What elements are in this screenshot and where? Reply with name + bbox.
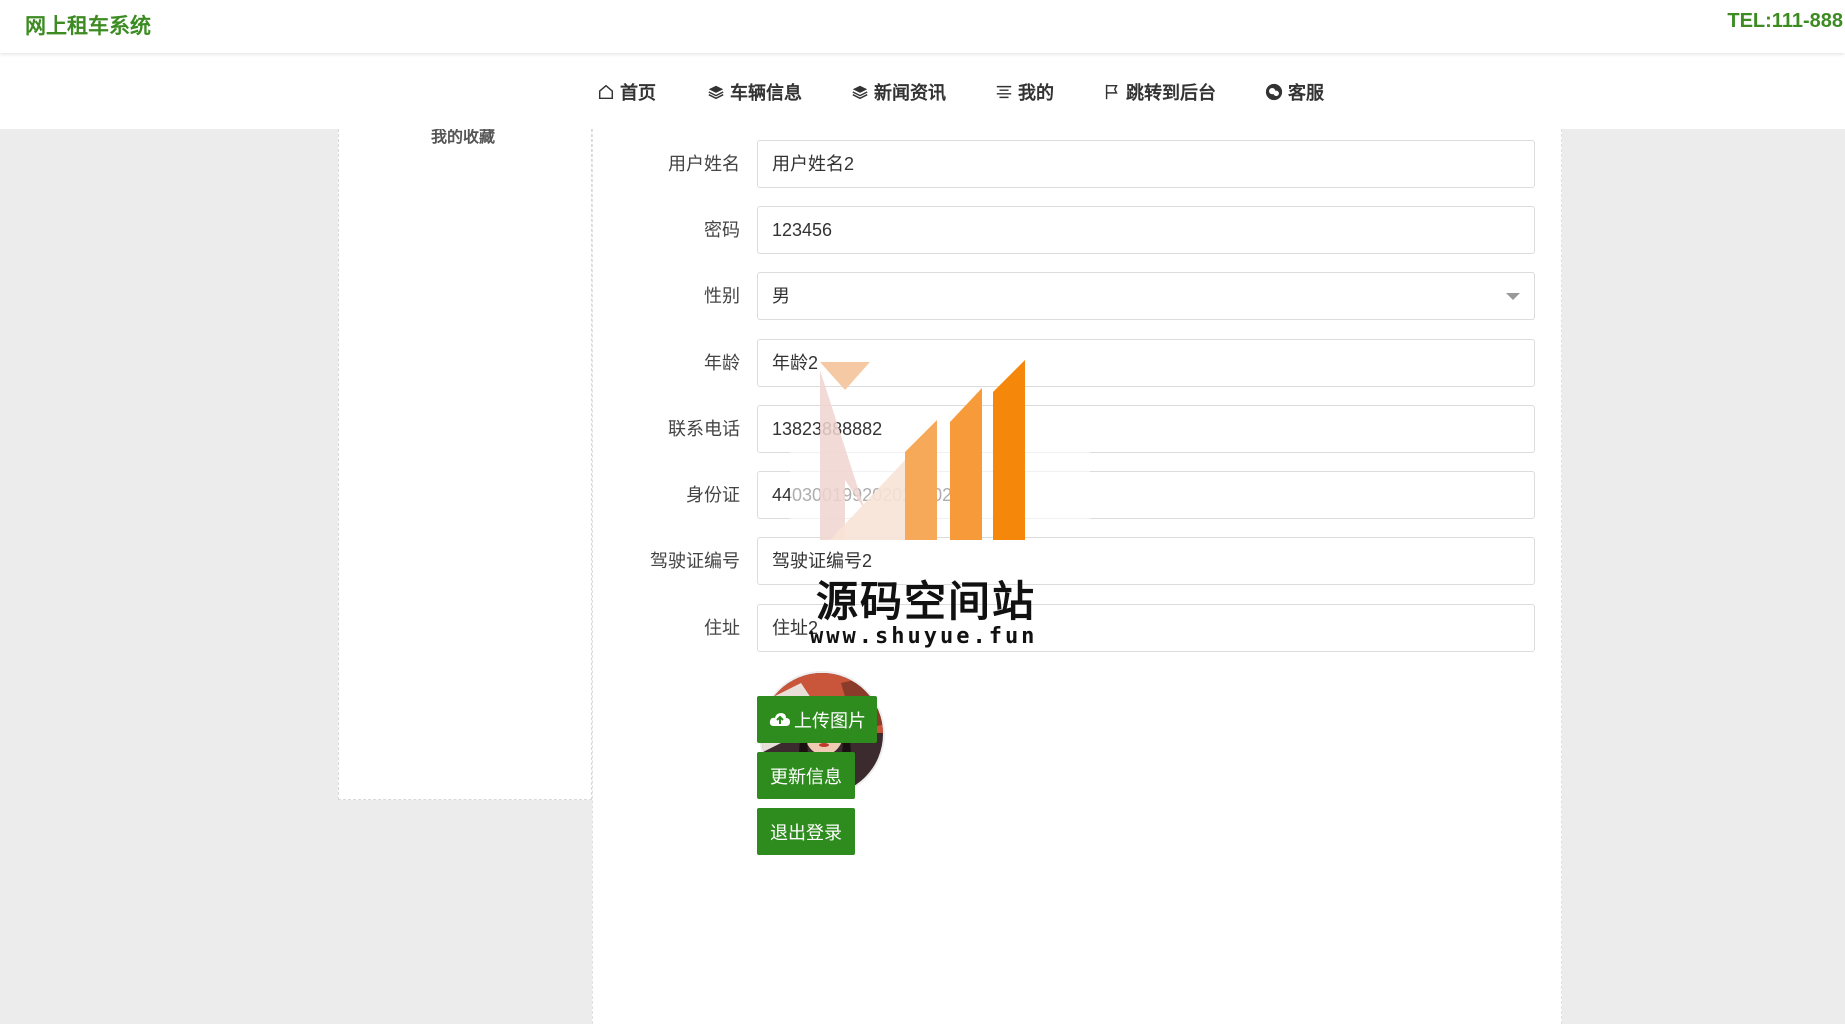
flag-icon: [1102, 82, 1122, 102]
nav-admin-label: 跳转到后台: [1126, 83, 1216, 103]
field-label: 密码: [704, 220, 740, 240]
field-label: 身份证: [686, 485, 740, 505]
update-info-label: 更新信息: [770, 766, 842, 787]
nav-mine[interactable]: 我的: [994, 79, 1054, 105]
nav-news-label: 新闻资讯: [874, 83, 946, 103]
field-label: 住址: [704, 618, 740, 638]
form-row-address: 住址 住址2: [593, 604, 1563, 652]
nav-vehicles-label: 车辆信息: [730, 83, 802, 103]
form-row-gender: 性别 男: [593, 272, 1563, 320]
age-input[interactable]: 年龄2: [757, 339, 1535, 387]
field-label: 年龄: [704, 353, 740, 373]
form-row-phone: 联系电话 13823888882: [593, 405, 1563, 453]
field-label: 驾驶证编号: [650, 551, 740, 571]
main-nav: 首页 车辆信息 新闻资讯 我的 跳转到后台 客服: [0, 53, 1845, 129]
chevron-down-icon: [1506, 293, 1520, 300]
name-input[interactable]: 用户姓名2: [757, 140, 1535, 188]
logout-label: 退出登录: [770, 822, 842, 843]
form-row-name: 用户姓名 用户姓名2: [593, 140, 1563, 188]
form-row-id-card: 身份证 440300199202020002: [593, 471, 1563, 519]
upload-image-label: 上传图片: [794, 710, 866, 731]
logout-button[interactable]: 退出登录: [757, 808, 855, 855]
field-label: 性别: [704, 286, 740, 306]
nav-home[interactable]: 首页: [596, 79, 656, 105]
address-input[interactable]: 住址2: [757, 604, 1535, 652]
nav-service-label: 客服: [1288, 83, 1324, 103]
nav-home-label: 首页: [620, 83, 656, 103]
profile-form: 用户姓名 用户姓名2 密码 123456 性别 男 年龄 年龄2 联系电话 13…: [592, 129, 1562, 1024]
layers-icon: [706, 82, 726, 102]
license-input[interactable]: 驾驶证编号2: [757, 537, 1535, 585]
nav-mine-label: 我的: [1018, 83, 1054, 103]
upload-image-button[interactable]: 上传图片: [757, 696, 877, 743]
cloud-upload-icon: [769, 712, 790, 726]
nav-service[interactable]: 客服: [1264, 79, 1324, 105]
home-icon: [596, 82, 616, 102]
update-info-button[interactable]: 更新信息: [757, 752, 855, 799]
top-bar: 网上租车系统 TEL:111-888: [0, 0, 1845, 53]
nav-vehicles[interactable]: 车辆信息: [706, 79, 802, 105]
sidebar: 我的收藏: [338, 129, 592, 800]
phone-number: TEL:111-888: [1727, 10, 1843, 32]
id-card-input[interactable]: 440300199202020002: [757, 471, 1535, 519]
password-input[interactable]: 123456: [757, 206, 1535, 254]
gender-select[interactable]: 男: [757, 272, 1535, 320]
phone-input[interactable]: 13823888882: [757, 405, 1535, 453]
list-icon: [994, 82, 1014, 102]
field-label: 联系电话: [668, 419, 740, 439]
site-brand[interactable]: 网上租车系统: [25, 10, 151, 40]
wechat-icon: [1264, 82, 1284, 102]
layers-icon: [850, 82, 870, 102]
gender-select-value: 男: [772, 286, 790, 306]
form-row-age: 年龄 年龄2: [593, 339, 1563, 387]
field-label: 用户姓名: [668, 154, 740, 174]
nav-news[interactable]: 新闻资讯: [850, 79, 946, 105]
nav-admin[interactable]: 跳转到后台: [1102, 79, 1216, 105]
form-row-password: 密码 123456: [593, 206, 1563, 254]
form-row-license: 驾驶证编号 驾驶证编号2: [593, 537, 1563, 585]
